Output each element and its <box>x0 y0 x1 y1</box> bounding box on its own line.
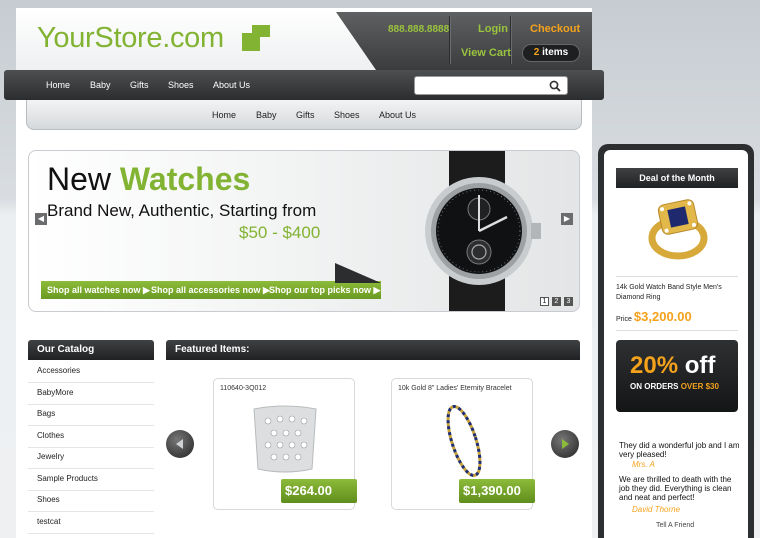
header-divider <box>449 16 450 64</box>
cart-items-label: items <box>542 47 569 58</box>
promo-percent-value: 20% <box>630 352 679 379</box>
banner-title-plain: New <box>47 161 112 197</box>
banner-title-accent: Watches <box>119 161 251 197</box>
catalog-item-clothes[interactable]: Clothes <box>28 426 154 448</box>
testimonial-author: David Thorne <box>632 505 681 514</box>
search-icon[interactable] <box>549 80 561 92</box>
sub-nav-home[interactable]: Home <box>212 110 236 120</box>
cart-items-count: 2 <box>533 47 540 58</box>
shop-top-picks-link[interactable]: Shop our top picks now ▶ <box>269 285 380 296</box>
search-input[interactable] <box>414 76 568 95</box>
product-price: $1,390.00 <box>459 479 535 503</box>
shop-links-bar: Shop all watches now ▶ Shop all accessor… <box>41 281 381 299</box>
phone-number: 888.888.8888 <box>388 24 450 35</box>
main-nav-about-us[interactable]: About Us <box>213 80 250 90</box>
featured-next-arrow-icon[interactable] <box>551 430 579 458</box>
main-nav-baby[interactable]: Baby <box>90 80 111 90</box>
catalog-item-bags[interactable]: Bags <box>28 404 154 426</box>
login-link[interactable]: Login <box>478 23 508 35</box>
divider <box>616 276 738 277</box>
deal-product-name[interactable]: 14k Gold Watch Band Style Men's Diamond … <box>616 283 740 303</box>
product-name: 110640-3Q012 <box>220 385 267 392</box>
product-card[interactable]: 110640-3Q012 $264.00 <box>213 378 357 510</box>
sub-nav-about-us[interactable]: About Us <box>379 110 416 120</box>
banner-next-arrow-icon[interactable]: ▶ <box>561 213 573 225</box>
logo-mark-icon <box>242 25 270 51</box>
product-price: $264.00 <box>281 479 357 503</box>
banner-page-2[interactable]: 2 <box>552 297 561 306</box>
watch-image <box>425 151 541 311</box>
testimonial-text: We are thrilled to death with the job th… <box>619 475 732 502</box>
product-image <box>446 405 482 477</box>
testimonial-text: They did a wonderful job and I am very p… <box>619 441 740 459</box>
banner-page-3[interactable]: 3 <box>564 297 573 306</box>
main-nav-home[interactable]: Home <box>46 80 70 90</box>
promo-banner[interactable]: 20% off ON ORDERS OVER $30 <box>616 340 738 412</box>
sub-nav: Home Baby Gifts Shoes About Us <box>26 100 582 130</box>
catalog-item-jewelry[interactable]: Jewelry <box>28 447 154 469</box>
promo-condition-a: ON ORDERS <box>630 382 679 391</box>
tell-a-friend-link[interactable]: Tell A Friend <box>656 522 694 529</box>
shop-all-accessories-link[interactable]: Shop all accessories now ▶ <box>151 285 270 296</box>
catalog-heading: Our Catalog <box>28 340 154 360</box>
sub-nav-shoes[interactable]: Shoes <box>334 110 360 120</box>
deal-price-label: Price <box>616 316 632 323</box>
promo-off-label: off <box>684 352 716 379</box>
deal-ring-image[interactable] <box>640 194 716 262</box>
catalog-item-accessories[interactable]: Accessories <box>28 361 154 383</box>
catalog-item-sample-products[interactable]: Sample Products <box>28 469 154 491</box>
main-nav-gifts[interactable]: Gifts <box>130 80 149 90</box>
catalog-item-shoes[interactable]: Shoes <box>28 490 154 512</box>
banner-page-1[interactable]: 1 <box>540 297 549 306</box>
divider <box>616 330 738 331</box>
banner-prev-arrow-icon[interactable]: ◀ <box>35 213 47 225</box>
product-name: 10k Gold 8" Ladies' Eternity Bracelet <box>398 385 512 392</box>
banner-price-range: $50 - $400 <box>239 223 321 242</box>
hero-banner[interactable]: New Watches Brand New, Authentic, Starti… <box>28 150 580 312</box>
promo-condition-b: OVER $30 <box>680 382 719 391</box>
cart-items-badge[interactable]: 2 items <box>522 44 580 62</box>
main-nav-shoes[interactable]: Shoes <box>168 80 194 90</box>
deal-heading: Deal of the Month <box>616 168 738 188</box>
shop-bar-tab <box>335 263 381 283</box>
testimonial-author: Mrs. A <box>632 460 655 469</box>
sub-nav-gifts[interactable]: Gifts <box>296 110 315 120</box>
deal-price-value: $3,200.00 <box>633 309 692 324</box>
checkout-link[interactable]: Checkout <box>530 23 580 35</box>
catalog-item-babymore[interactable]: BabyMore <box>28 383 154 405</box>
deal-price: Price $3,200.00 <box>616 309 692 324</box>
product-image <box>253 405 317 473</box>
site-logo[interactable]: YourStore.com <box>37 22 224 55</box>
product-card[interactable]: 10k Gold 8" Ladies' Eternity Bracelet $1… <box>391 378 535 510</box>
site-header: YourStore.com 888.888.8888 Login View Ca… <box>16 8 592 70</box>
featured-heading: Featured Items: <box>166 340 580 360</box>
sub-nav-baby[interactable]: Baby <box>256 110 277 120</box>
promo-condition: ON ORDERS OVER $30 <box>630 382 719 391</box>
banner-title: New Watches <box>47 161 250 198</box>
main-nav: Home Baby Gifts Shoes About Us <box>4 70 604 100</box>
shop-all-watches-link[interactable]: Shop all watches now ▶ <box>47 285 150 296</box>
banner-subtitle: Brand New, Authentic, Starting from <box>47 201 317 220</box>
promo-percent: 20% off <box>630 352 715 380</box>
catalog-item-testcat[interactable]: testcat <box>28 512 154 534</box>
featured-prev-arrow-icon[interactable] <box>166 430 194 458</box>
view-cart-link[interactable]: View Cart <box>461 47 511 59</box>
